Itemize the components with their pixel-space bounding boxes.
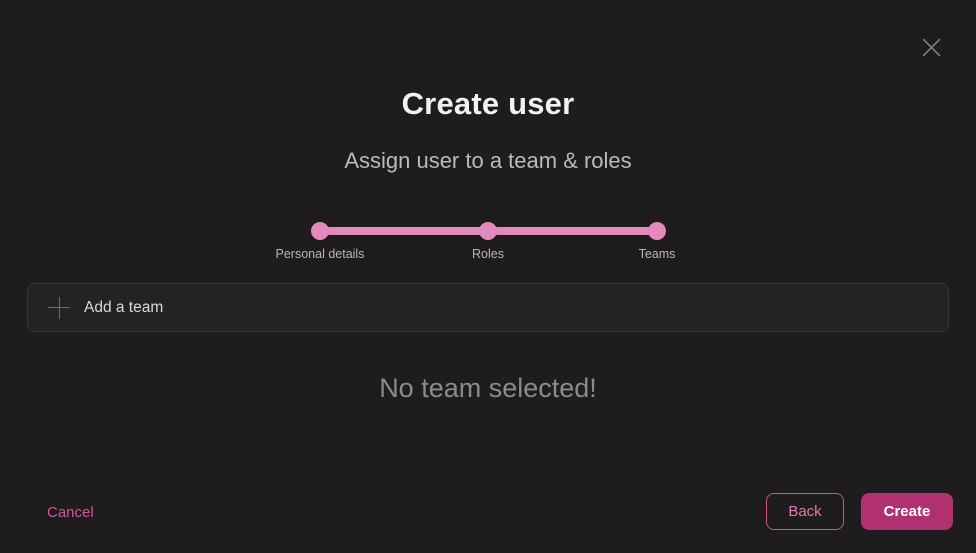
stepper-node-teams[interactable]	[648, 222, 666, 240]
stepper-label-teams[interactable]: Teams	[607, 247, 707, 261]
cancel-button[interactable]: Cancel	[45, 500, 96, 525]
stepper-node-roles[interactable]	[479, 222, 497, 240]
stepper: Personal details Roles Teams	[270, 218, 706, 268]
plus-icon	[48, 296, 70, 319]
stepper-node-personal-details[interactable]	[311, 222, 329, 240]
stepper-label-roles[interactable]: Roles	[438, 247, 538, 261]
close-button[interactable]	[914, 30, 948, 64]
stepper-label-personal-details[interactable]: Personal details	[270, 247, 370, 261]
create-button[interactable]: Create	[861, 493, 953, 530]
page-title: Create user	[401, 86, 575, 121]
stepper-connector-2	[496, 227, 651, 235]
back-button[interactable]: Back	[766, 493, 844, 530]
add-team-label: Add a team	[84, 298, 164, 316]
empty-state-message: No team selected!	[379, 373, 597, 403]
stepper-connector-1	[328, 227, 483, 235]
page-subtitle: Assign user to a team & roles	[344, 148, 632, 173]
close-icon	[922, 38, 941, 57]
add-team-button[interactable]: Add a team	[27, 283, 949, 332]
